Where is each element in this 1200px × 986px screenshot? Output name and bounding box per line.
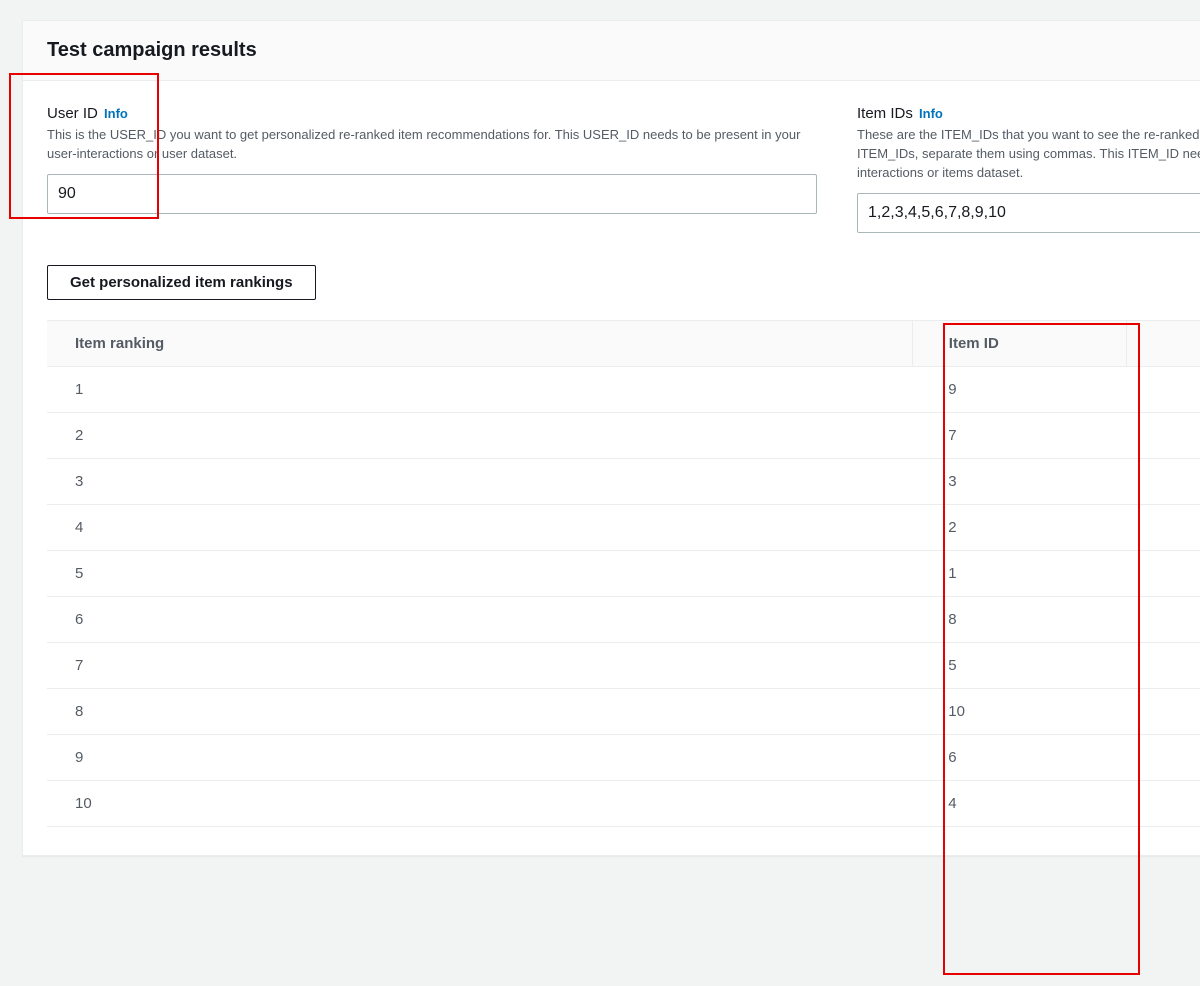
cell-item-id: 1 [912,550,1127,596]
field-user-id: User ID Info This is the USER_ID you wan… [47,105,817,214]
cell-item-id: 8 [912,596,1127,642]
panel-body: User ID Info This is the USER_ID you wan… [23,81,1200,855]
table-row: 27 [47,412,1200,458]
cell-rank: 5 [47,550,912,596]
table-row: 68 [47,596,1200,642]
cell-rank: 8 [47,688,912,734]
cell-rank: 3 [47,458,912,504]
user-id-input[interactable] [47,174,817,214]
cell-extra [1127,504,1200,550]
get-rankings-button[interactable]: Get personalized item rankings [47,265,316,300]
action-row: Get personalized item rankings [47,265,1200,300]
cell-rank: 10 [47,780,912,826]
cell-item-id: 6 [912,734,1127,780]
cell-extra [1127,596,1200,642]
cell-item-id: 3 [912,458,1127,504]
results-table: Item ranking Item ID 1927334251687581096… [47,321,1200,827]
table-row: 75 [47,642,1200,688]
cell-item-id: 4 [912,780,1127,826]
cell-extra [1127,458,1200,504]
cell-extra [1127,688,1200,734]
item-ids-info-link[interactable]: Info [919,106,943,121]
user-id-label-line: User ID Info [47,105,817,122]
table-row: 33 [47,458,1200,504]
field-item-ids: Item IDs Info These are the ITEM_IDs tha… [857,105,1200,233]
cell-item-id: 2 [912,504,1127,550]
item-ids-label: Item IDs [857,105,913,122]
table-row: 42 [47,504,1200,550]
test-campaign-panel: Test campaign results User ID Info This … [22,20,1200,856]
cell-rank: 7 [47,642,912,688]
table-row: 810 [47,688,1200,734]
cell-item-id: 5 [912,642,1127,688]
user-id-info-link[interactable]: Info [104,106,128,121]
item-ids-label-line: Item IDs Info [857,105,1200,122]
results-table-wrap: Item ranking Item ID 1927334251687581096… [47,320,1200,827]
col-header-rank[interactable]: Item ranking [47,321,912,367]
panel-header: Test campaign results [23,21,1200,81]
table-header-row: Item ranking Item ID [47,321,1200,367]
item-ids-input[interactable] [857,193,1200,233]
user-id-label: User ID [47,105,98,122]
table-row: 19 [47,366,1200,412]
user-id-help: This is the USER_ID you want to get pers… [47,126,817,164]
col-header-item-id[interactable]: Item ID [912,321,1127,367]
col-header-extra [1127,321,1200,367]
cell-rank: 2 [47,412,912,458]
cell-extra [1127,366,1200,412]
cell-extra [1127,642,1200,688]
cell-item-id: 10 [912,688,1127,734]
cell-rank: 4 [47,504,912,550]
cell-extra [1127,550,1200,596]
table-row: 96 [47,734,1200,780]
field-row: User ID Info This is the USER_ID you wan… [47,105,1200,233]
cell-extra [1127,412,1200,458]
page-title: Test campaign results [47,39,1200,62]
cell-rank: 1 [47,366,912,412]
table-row: 51 [47,550,1200,596]
cell-extra [1127,734,1200,780]
cell-item-id: 7 [912,412,1127,458]
cell-rank: 6 [47,596,912,642]
item-ids-help: These are the ITEM_IDs that you want to … [857,126,1200,183]
cell-item-id: 9 [912,366,1127,412]
cell-rank: 9 [47,734,912,780]
table-row: 104 [47,780,1200,826]
cell-extra [1127,780,1200,826]
